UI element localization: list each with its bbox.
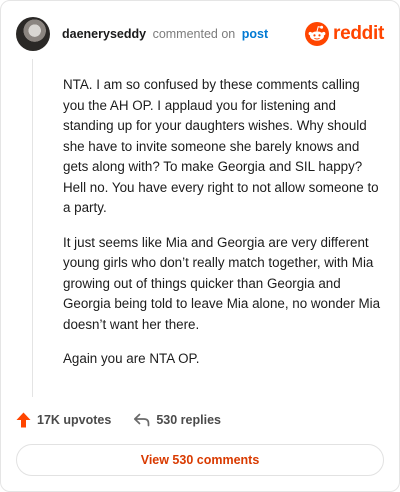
- replies-count: 530 replies: [156, 413, 221, 427]
- reply-arrow-icon: [134, 413, 150, 427]
- replies-button[interactable]: 530 replies: [133, 413, 221, 427]
- comment-header: daeneryseddy commented on post reddit: [16, 15, 384, 53]
- comment-paragraph: NTA. I am so confused by these comments …: [63, 77, 379, 215]
- upvote-count: 17K upvotes: [37, 413, 112, 427]
- brand-name: reddit: [333, 23, 384, 44]
- reddit-logo[interactable]: reddit: [305, 22, 384, 46]
- comment-body: NTA. I am so confused by these comments …: [63, 75, 381, 384]
- user-avatar[interactable]: [16, 17, 50, 51]
- view-comments-button[interactable]: View 530 comments: [16, 444, 384, 476]
- comment-card: daeneryseddy commented on post reddit NT…: [0, 0, 400, 492]
- comment-meta: daeneryseddy commented on post: [62, 28, 268, 41]
- upvote-arrow-icon: [16, 412, 31, 428]
- thread-line: [32, 59, 33, 397]
- upvote-button[interactable]: 17K upvotes: [16, 412, 111, 428]
- comment-actions: 17K upvotes 530 replies: [16, 410, 221, 430]
- action-text: commented on: [152, 26, 236, 41]
- comment-paragraph: Again you are NTA OP.: [63, 351, 200, 366]
- comment-paragraph: It just seems like Mia and Georgia are v…: [63, 234, 381, 332]
- reddit-snoo-icon: [305, 22, 330, 46]
- username[interactable]: daeneryseddy: [62, 27, 146, 41]
- post-link[interactable]: post: [242, 27, 268, 41]
